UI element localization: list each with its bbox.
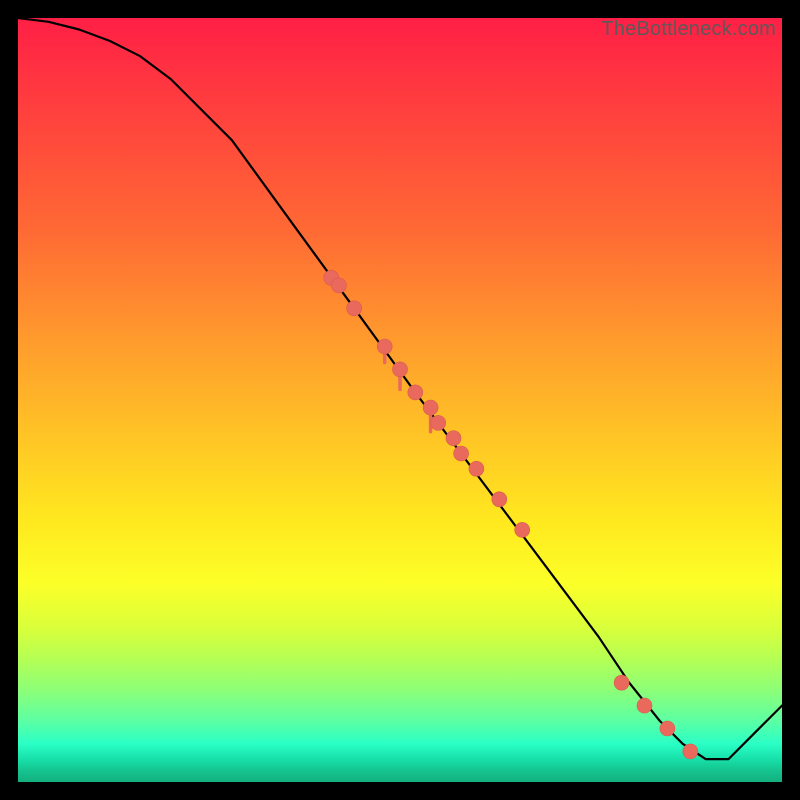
data-point [683,744,698,759]
plot-area: TheBottleneck.com [18,18,782,782]
data-point [637,698,652,713]
data-point [469,461,484,476]
data-point [408,385,423,400]
data-point [446,431,461,446]
data-point [347,301,362,316]
data-point [614,675,629,690]
dots [324,270,698,759]
data-point [331,278,346,293]
data-point [515,522,530,537]
data-point [377,339,392,354]
chart-overlay [18,18,782,782]
data-point [393,362,408,377]
data-point [431,415,446,430]
data-point [423,400,438,415]
data-point [492,492,507,507]
data-point [660,721,675,736]
data-point [454,446,469,461]
chart-frame: TheBottleneck.com [0,0,800,800]
